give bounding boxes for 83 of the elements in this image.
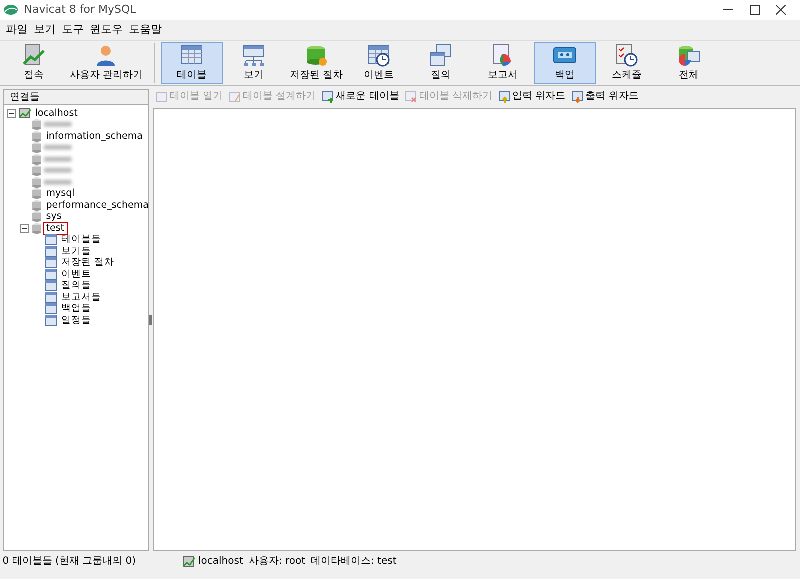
tree-item[interactable]: 이벤트 [59, 268, 94, 280]
tree-item[interactable]: 질의들 [59, 280, 94, 292]
tree-item[interactable]: localhost [33, 108, 80, 119]
tree-item[interactable]: 저장된 절차 [59, 257, 116, 268]
server-chart-icon [182, 556, 196, 568]
tree-item[interactable]: 보고서들 [59, 292, 104, 303]
action-button[interactable]: 출력 위자드 [568, 89, 642, 104]
toolbar-button[interactable]: 스케쥴 [596, 42, 658, 84]
tree-item[interactable]: sys [44, 211, 64, 222]
menu-item[interactable]: 보기 [30, 22, 59, 38]
object-icon [44, 314, 56, 326]
toolbar-button[interactable]: 저장된 절차 [284, 42, 348, 84]
app-logo-icon [2, 3, 19, 17]
blurred-label [44, 145, 72, 150]
toolbar-button[interactable]: 보고서 [472, 42, 534, 84]
database-icon [32, 154, 42, 165]
blurred-label [44, 180, 72, 185]
database-icon [32, 188, 42, 200]
database-icon [32, 142, 42, 154]
tree-item[interactable]: 백업들 [59, 303, 94, 314]
database-icon [32, 119, 42, 130]
action-button[interactable]: 새로운 테이블 [319, 89, 402, 104]
stacked-tables-icon [429, 44, 454, 68]
server-chart-icon [22, 44, 46, 68]
database-icon [32, 130, 42, 142]
tree-item[interactable]: 보기들 [59, 246, 94, 257]
database-gear-icon [304, 44, 329, 68]
blurred-label [44, 168, 72, 174]
object-icon [44, 268, 56, 280]
database-chart-icon [677, 44, 702, 68]
tree-item[interactable]: 테이블들 [59, 234, 104, 246]
toolbar-button[interactable]: 사용자 관리하기 [64, 42, 148, 84]
menu-item[interactable]: 윈도우 [86, 22, 126, 38]
database-icon [32, 200, 42, 211]
collapse-icon[interactable] [6, 108, 16, 118]
panel-header: 연결들 [4, 90, 148, 105]
menu-item[interactable]: 도구 [58, 22, 87, 38]
action-button[interactable]: 입력 위자드 [496, 89, 569, 104]
status-text: 0 테이블들 (현재 그룹내의 0) [2, 555, 137, 569]
splitter-grip-icon [149, 314, 152, 325]
toolbar-button[interactable]: 접속 [2, 42, 65, 84]
tree-item[interactable]: test [44, 222, 66, 234]
object-icon [44, 292, 56, 303]
status-text: 사용자: root [248, 555, 306, 569]
maximize-icon [750, 5, 760, 15]
view-icon [242, 44, 266, 68]
table-pencil-icon [228, 90, 241, 103]
server-chart-icon [18, 108, 30, 119]
window-title: Navicat 8 for MySQL [24, 2, 136, 18]
toolbar-button[interactable]: 백업 [534, 42, 596, 84]
tree-item[interactable]: information_schema [44, 130, 145, 142]
checklist-clock-icon [615, 44, 640, 68]
tree-item[interactable]: performance_schema [44, 200, 151, 211]
object-icon [44, 280, 56, 292]
database-icon [32, 222, 42, 234]
toolbar-button[interactable]: 이벤트 [348, 42, 410, 84]
import-icon [498, 90, 510, 103]
tree-item[interactable]: mysql [44, 188, 77, 200]
toolbar-button[interactable]: 보기 [222, 42, 285, 84]
toolbar-button[interactable]: 전체 [658, 42, 720, 84]
object-icon [44, 257, 56, 268]
table-clock-icon [367, 44, 392, 68]
table-plus-icon [322, 90, 334, 103]
table-open-icon [156, 90, 168, 103]
object-icon [44, 246, 56, 257]
collapse-icon[interactable] [20, 224, 28, 233]
object-icon [44, 303, 56, 314]
table-delete-icon [405, 90, 418, 103]
menu-item[interactable]: 도움말 [126, 22, 165, 38]
database-icon [32, 165, 42, 176]
menu-item[interactable]: 파일 [2, 22, 31, 38]
blurred-label [44, 122, 72, 128]
database-icon [32, 211, 42, 222]
export-icon [572, 90, 584, 103]
object-icon [44, 234, 56, 246]
status-text: 데이타베이스: test [311, 555, 397, 569]
database-icon [32, 176, 42, 188]
tree-item[interactable]: 일정들 [59, 314, 94, 326]
toolbar-button[interactable]: 테이블 [160, 42, 223, 84]
status-text: localhost [198, 555, 244, 569]
blurred-label [44, 156, 72, 162]
toolbar-button[interactable]: 질의 [410, 42, 472, 84]
close-icon [776, 5, 786, 15]
